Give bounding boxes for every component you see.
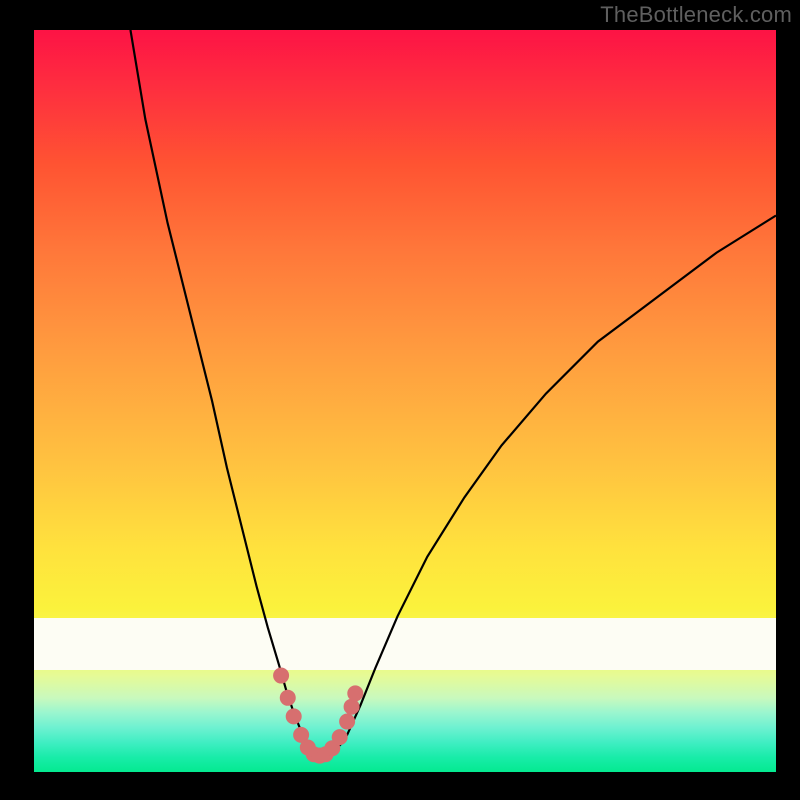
highlight-marker	[280, 690, 296, 706]
watermark-text: TheBottleneck.com	[600, 2, 792, 28]
highlight-marker	[332, 729, 348, 745]
plot-area	[34, 30, 776, 772]
chart-frame: TheBottleneck.com	[0, 0, 800, 800]
highlight-marker	[286, 708, 302, 724]
bottleneck-curve-path	[130, 30, 776, 757]
marker-group	[273, 668, 363, 764]
curve-svg	[34, 30, 776, 772]
highlight-marker	[347, 685, 363, 701]
highlight-marker	[339, 714, 355, 730]
highlight-marker	[273, 668, 289, 684]
